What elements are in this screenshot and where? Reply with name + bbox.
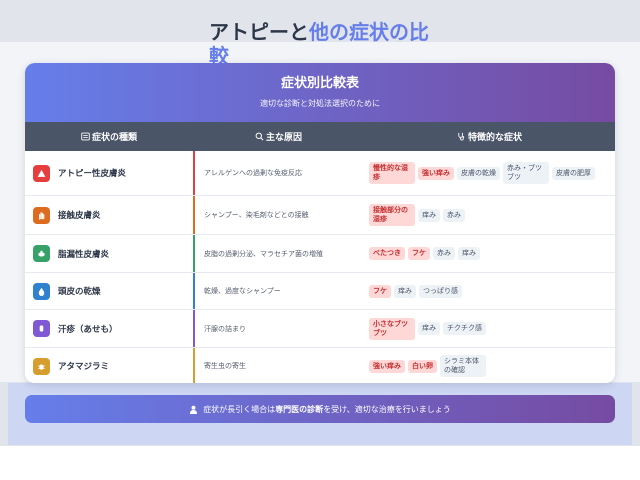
symptom-tag: 赤み [443, 208, 465, 222]
advice-text: 症状が長引く場合は専門医の診断を受け、適切な治療を行いましょう [203, 404, 451, 415]
symptom-tag-highlight: 接触部分の湿疹 [369, 204, 415, 226]
column-header-label: 特徴的な症状 [467, 133, 522, 143]
cause-cell: 寄生虫の寄生 [193, 348, 364, 383]
condition-name: アトピー性皮膚炎 [58, 169, 127, 179]
table-row: アタマジラミ 寄生虫の寄生 強い痒み 白い卵 シラミ本体の確認 [25, 348, 615, 383]
symptom-tag: 赤み・ブツブツ [503, 162, 549, 184]
advice-text-post: を受け、適切な治療を行いましょう [323, 404, 451, 414]
card-subtitle: 適切な診断と対処法選択のために [260, 99, 380, 108]
table-row: 頭皮の乾燥 乾燥、過度なシャンプー フケ 痒み つっぱり感 [25, 273, 615, 310]
page: アトピーと他の症状の比較 症状別比較表 適切な診断と対処法選択のために 症状の種… [0, 0, 640, 480]
symptom-tag: 皮膚の肥厚 [552, 166, 595, 180]
page-title: アトピーと他の症状の比較 [209, 20, 429, 68]
comparison-card: 症状別比較表 適切な診断と対処法選択のために 症状の種類 主な原因 特徴的な症状… [25, 63, 615, 383]
stethoscope-icon [458, 132, 465, 141]
advice-banner: 症状が長引く場合は専門医の診断を受け、適切な治療を行いましょう [25, 395, 615, 423]
sweat-icon [33, 320, 50, 337]
condition-name: 脂漏性皮膚炎 [58, 249, 110, 260]
column-header-type[interactable]: 症状の種類 [25, 130, 193, 143]
symptom-tag: 痒み [418, 208, 440, 222]
cause-cell: 汗腺の詰まり [193, 310, 364, 347]
table-row: アトピー性皮膚炎 アレルゲンへの過剰な免疫反応 慢性的な湿疹 強い痒み 皮膚の乾燥 赤み・… [25, 151, 615, 196]
column-header-cause[interactable]: 主な原因 [193, 130, 364, 143]
table-body: アトピー性皮膚炎 アレルゲンへの過剰な免疫反応 慢性的な湿疹 強い痒み 皮膚の乾燥 赤み・… [25, 151, 615, 383]
condition-cell: アトピー性皮膚炎 [25, 151, 193, 195]
symptoms-cell: 小さなブツブツ 痒み チクチク感 [364, 310, 615, 347]
column-header-label: 症状の種類 [91, 133, 137, 143]
symptom-tag: 皮膚の乾燥 [457, 166, 500, 180]
list-icon [81, 132, 90, 141]
cause-cell: 皮脂の過剰分泌、マラセチア菌の増殖 [193, 235, 364, 272]
symptom-tag-highlight: フケ [408, 247, 430, 260]
condition-cell: アタマジラミ [25, 348, 193, 383]
symptom-tag-highlight: 強い痒み [369, 359, 405, 373]
symptoms-cell: 接触部分の湿疹 痒み 赤み [364, 196, 615, 234]
advice-text-strong: 専門医の診断 [275, 404, 324, 414]
symptom-tag-highlight: 白い卵 [408, 359, 437, 373]
column-header-symptoms[interactable]: 特徴的な症状 [364, 130, 615, 143]
droplet-icon [33, 282, 50, 300]
symptom-tag: 赤み [433, 247, 455, 260]
symptom-tag-highlight: フケ [369, 284, 391, 298]
card-header: 症状別比較表 適切な診断と対処法選択のために [25, 63, 615, 122]
advice-text-pre: 症状が長引く場合は [203, 404, 276, 414]
symptoms-cell: 強い痒み 白い卵 シラミ本体の確認 [364, 348, 615, 383]
condition-name: 接触皮膚炎 [58, 211, 101, 221]
condition-cell: 頭皮の乾燥 [25, 273, 193, 309]
condition-cell: 汗疹（あせも） [25, 310, 193, 347]
symptom-tag-highlight: 小さなブツブツ [369, 317, 415, 340]
cause-cell: 乾燥、過度なシャンプー [193, 273, 364, 309]
table-header: 症状の種類 主な原因 特徴的な症状 [25, 122, 615, 151]
symptom-tag-highlight: 慢性的な湿疹 [369, 162, 415, 184]
symptoms-cell: フケ 痒み つっぱり感 [364, 273, 615, 309]
condition-cell: 接触皮膚炎 [25, 196, 193, 234]
page-title-main: アトピーと [209, 20, 309, 44]
search-icon [255, 132, 264, 141]
symptom-tag-highlight: べたつき [369, 247, 405, 260]
symptom-tag: チクチク感 [443, 322, 486, 335]
column-header-label: 主な原因 [265, 133, 302, 143]
symptom-tag: つっぱり感 [419, 284, 462, 298]
doctor-icon [190, 405, 198, 414]
condition-name: 汗疹（あせも） [58, 324, 118, 335]
cause-cell: アレルゲンへの過剰な免疫反応 [193, 151, 364, 195]
card-title: 症状別比較表 [280, 76, 359, 91]
table-row: 脂漏性皮膚炎 皮脂の過剰分泌、マラセチア菌の増殖 べたつき フケ 赤み 痒み [25, 235, 615, 273]
condition-name: 頭皮の乾燥 [58, 287, 101, 297]
symptoms-cell: 慢性的な湿疹 強い痒み 皮膚の乾燥 赤み・ブツブツ 皮膚の肥厚 [364, 151, 615, 195]
cause-cell: シャンプー、染毛剤などとの接触 [193, 196, 364, 234]
symptom-tag: 痒み [418, 322, 440, 335]
symptom-tag: 痒み [458, 247, 480, 260]
table-row: 接触皮膚炎 シャンプー、染毛剤などとの接触 接触部分の湿疹 痒み 赤み [25, 196, 615, 235]
bug-icon [33, 357, 50, 375]
condition-cell: 脂漏性皮膚炎 [25, 235, 193, 272]
table-row: 汗疹（あせも） 汗腺の詰まり 小さなブツブツ 痒み チクチク感 [25, 310, 615, 348]
warning-icon [33, 164, 50, 182]
symptoms-cell: べたつき フケ 赤み 痒み [364, 235, 615, 272]
condition-name: アタマジラミ [58, 362, 110, 372]
hand-icon [33, 206, 50, 224]
oil-icon [33, 245, 50, 262]
symptom-tag: シラミ本体の確認 [440, 355, 486, 377]
symptom-tag: 痒み [394, 284, 416, 298]
symptom-tag-highlight: 強い痒み [418, 166, 454, 180]
